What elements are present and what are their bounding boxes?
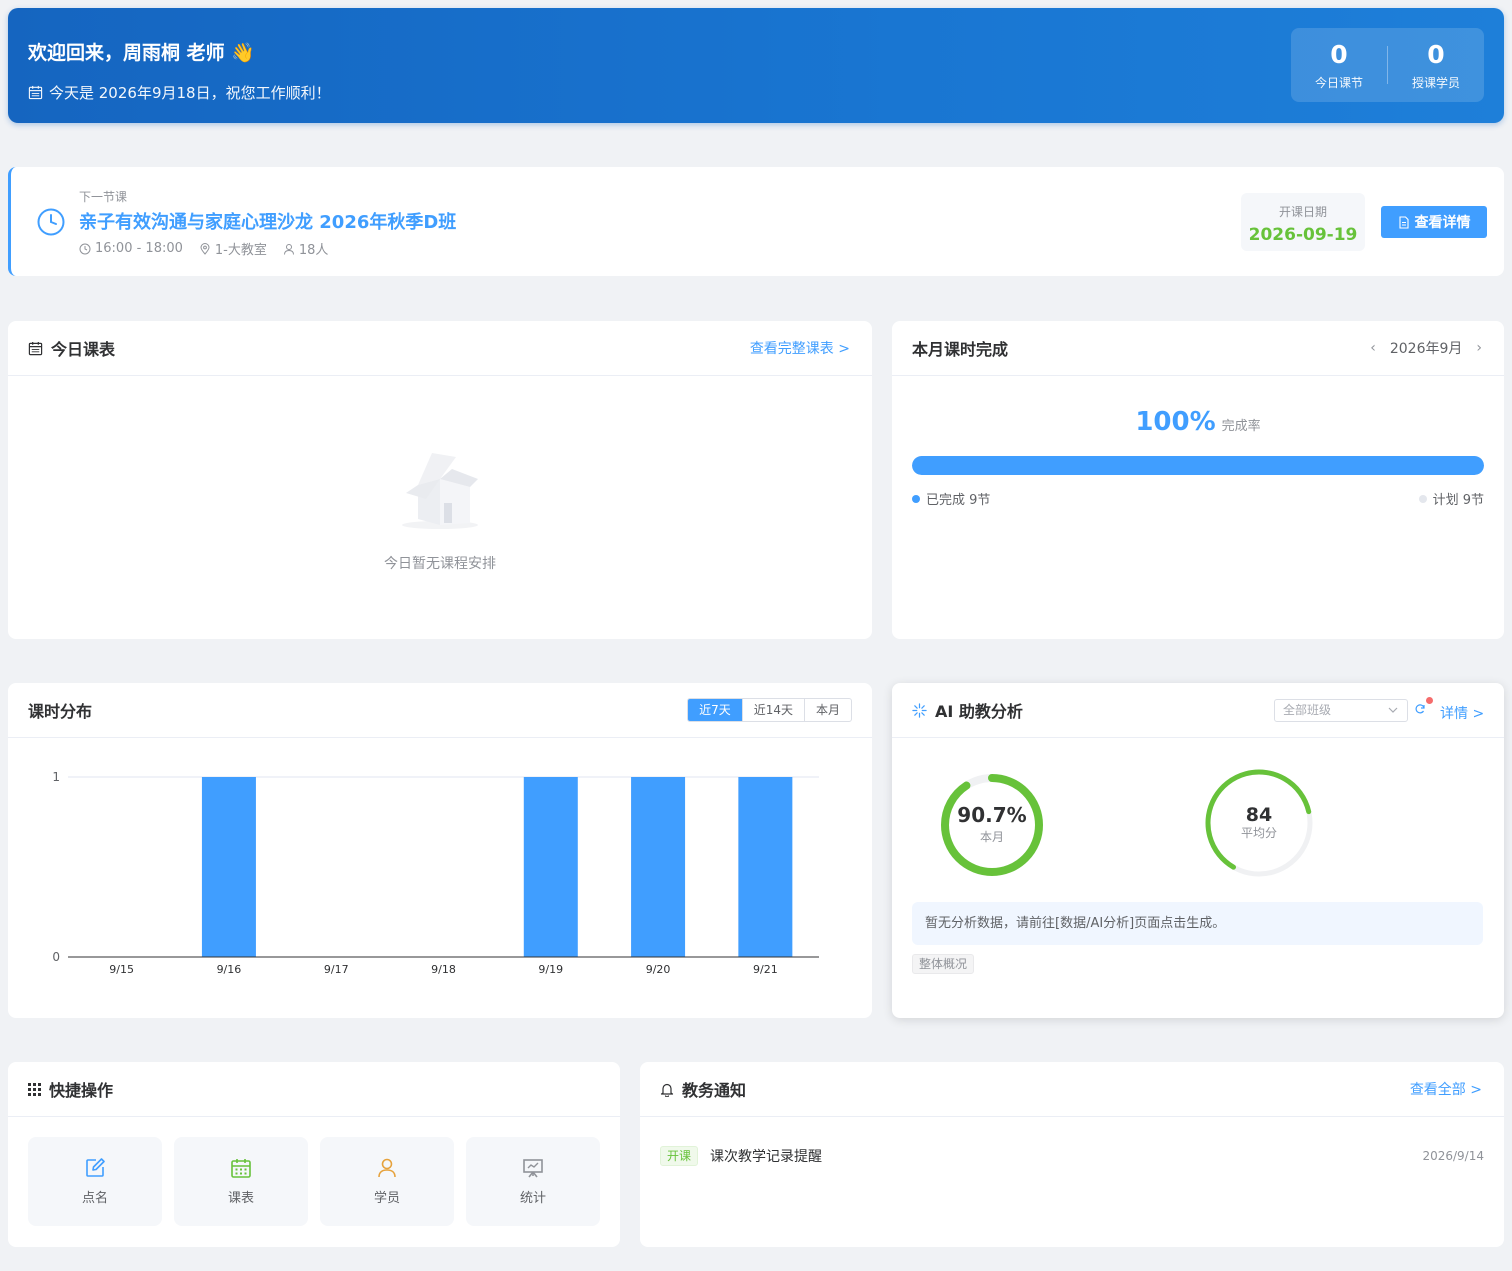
completed-legend: 已完成 9节 xyxy=(912,489,990,508)
x-tick-label: 9/20 xyxy=(646,963,671,976)
next-class-title[interactable]: 亲子有效沟通与家庭心理沙龙 2026年秋季D班 xyxy=(79,208,456,234)
ai-detail-link[interactable]: 详情 > xyxy=(1440,703,1484,723)
average-gauge-caption: 平均分 xyxy=(1240,826,1277,840)
stat-students: 0 授课学员 xyxy=(1411,39,1460,90)
month-gauge-caption: 本月 xyxy=(979,830,1004,844)
next-class-students: 18人 xyxy=(298,243,329,258)
x-tick-label: 9/19 xyxy=(538,963,563,976)
quick-title: 快捷操作 xyxy=(49,1081,114,1100)
x-tick-label: 9/18 xyxy=(431,963,456,976)
notice-title: 教务通知 xyxy=(682,1081,747,1100)
today-schedule-card: 今日课表 查看完整课表 > 今日暂无课程安排 xyxy=(8,321,872,639)
date-line: 今天是 2026年9月18日，祝您工作顺利！ xyxy=(28,82,331,103)
time-icon xyxy=(79,243,91,254)
greeting: 欢迎回来，周雨桐 老师 👋 xyxy=(28,42,255,64)
next-class-meta: 16:00 - 18:00 1-大教室 18人 xyxy=(79,239,328,258)
x-tick-label: 9/15 xyxy=(109,963,134,976)
notice-item[interactable]: 开课 课次教学记录提醒 2026/9/14 xyxy=(660,1146,1484,1166)
x-tick-label: 9/17 xyxy=(324,963,349,976)
edit-icon xyxy=(86,1158,105,1177)
next-class-room: 1-大教室 xyxy=(214,243,267,258)
month-gauge-value: 90.7% xyxy=(957,803,1027,827)
completion-rate: 100% 完成率 xyxy=(1135,407,1261,437)
view-all-notices-link[interactable]: 查看全部 > xyxy=(1410,1079,1482,1099)
range-14d-tab[interactable]: 近14天 xyxy=(741,699,804,721)
banner-stats: 0 今日课节 0 授课学员 xyxy=(1291,28,1484,102)
quick-students-button[interactable]: 学员 xyxy=(320,1137,454,1226)
location-icon xyxy=(200,242,210,255)
bell-icon xyxy=(660,1083,674,1097)
month-gauge: 90.7% 本月 xyxy=(938,771,1046,879)
user-icon xyxy=(378,1158,396,1178)
planned-legend: 计划 9节 xyxy=(1418,489,1484,508)
month-navigator: ‹ 2026年9月 › xyxy=(1370,338,1482,358)
range-7d-tab[interactable]: 近7天 xyxy=(688,699,742,721)
quick-schedule-button[interactable]: 课表 xyxy=(174,1137,308,1226)
quick-stats-button[interactable]: 统计 xyxy=(466,1137,600,1226)
quick-attendance-button[interactable]: 点名 xyxy=(28,1137,162,1226)
next-class-time: 16:00 - 18:00 xyxy=(95,241,183,256)
monthly-completion-card: 本月课时完成 ‹ 2026年9月 › 100% 完成率 已完成 9节 计划 9节 xyxy=(892,321,1504,639)
grid-icon xyxy=(28,1082,41,1096)
bar[interactable] xyxy=(523,777,578,957)
next-month-icon[interactable]: › xyxy=(1476,340,1482,356)
bar[interactable] xyxy=(201,777,256,957)
range-month-tab[interactable]: 本月 xyxy=(803,699,851,721)
average-gauge-value: 84 xyxy=(1245,804,1273,826)
document-icon xyxy=(1398,215,1409,229)
y-tick-label: 1 xyxy=(52,770,60,784)
clock-icon xyxy=(37,208,65,236)
notice-time: 2026/9/14 xyxy=(1422,1149,1484,1163)
academic-notice-card: 教务通知 查看全部 > 开课 课次教学记录提醒 2026/9/14 xyxy=(640,1062,1504,1247)
empty-schedule-text: 今日暂无课程安排 xyxy=(384,556,496,572)
overview-tag[interactable]: 整体概况 xyxy=(912,954,975,974)
prev-month-icon[interactable]: ‹ xyxy=(1370,340,1376,356)
presentation-icon xyxy=(523,1159,543,1178)
current-month: 2026年9月 xyxy=(1389,341,1463,357)
bar[interactable] xyxy=(631,777,686,957)
calendar-icon xyxy=(28,341,43,355)
ai-analysis-card: AI 助教分析 全部班级 详情 > 90.7% 本月 84 平均分 暂无分析数据… xyxy=(892,683,1504,1018)
lesson-distribution-card: 课时分布 近7天 近14天 本月 0 1 9/15 9/16 9/17 9/18 9/19 9… xyxy=(8,683,872,1018)
completion-progress-bar xyxy=(912,456,1484,475)
refresh-icon[interactable] xyxy=(1414,703,1426,715)
average-gauge: 84 平均分 xyxy=(1202,766,1316,880)
x-tick-label: 9/21 xyxy=(753,963,778,976)
calendar-icon xyxy=(231,1159,251,1178)
x-tick-label: 9/16 xyxy=(217,963,242,976)
ai-title: AI 助教分析 xyxy=(935,702,1023,721)
chevron-down-icon xyxy=(1388,707,1398,713)
quick-actions-card: 快捷操作 点名 课表 学员 统计 xyxy=(8,1062,620,1247)
start-date: 2026-09-19 xyxy=(1248,225,1358,245)
monthly-title: 本月课时完成 xyxy=(912,340,1009,359)
stat-today-lessons: 0 今日课节 xyxy=(1314,39,1363,90)
next-class-card: 下一节课 亲子有效沟通与家庭心理沙龙 2026年秋季D班 16:00 - 18:… xyxy=(8,167,1504,276)
y-tick-label: 0 xyxy=(52,950,60,964)
date-text: 今天是 2026年9月18日，祝您工作顺利！ xyxy=(49,84,331,102)
completion-progress-fill xyxy=(912,456,1484,475)
full-schedule-link[interactable]: 查看完整课表 > xyxy=(750,338,850,358)
class-select[interactable]: 全部班级 xyxy=(1274,699,1408,722)
new-indicator-dot xyxy=(1426,697,1433,704)
distribution-title: 课时分布 xyxy=(28,702,93,721)
range-switch: 近7天 近14天 本月 xyxy=(687,698,852,722)
notice-text: 课次教学记录提醒 xyxy=(710,1149,823,1165)
welcome-banner: 欢迎回来，周雨桐 老师 👋 今天是 2026年9月18日，祝您工作顺利！ 0 今… xyxy=(8,8,1504,123)
empty-box-icon xyxy=(402,453,478,529)
ai-empty-notice: 暂无分析数据，请前往[数据/AI分析]页面点击生成。 xyxy=(912,902,1483,945)
view-detail-button[interactable]: 查看详情 xyxy=(1381,206,1487,238)
user-icon xyxy=(283,243,294,255)
start-date-box: 开课日期 2026-09-19 xyxy=(1241,193,1365,251)
next-class-kicker: 下一节课 xyxy=(79,190,128,204)
bar[interactable] xyxy=(738,777,793,957)
notice-badge: 开课 xyxy=(660,1146,699,1166)
distribution-bar-chart: 0 1 9/15 9/16 9/17 9/18 9/19 9/20 9/21 xyxy=(52,770,819,976)
schedule-title: 今日课表 xyxy=(51,340,116,359)
calendar-icon xyxy=(28,85,43,100)
sparkle-icon xyxy=(912,702,927,718)
